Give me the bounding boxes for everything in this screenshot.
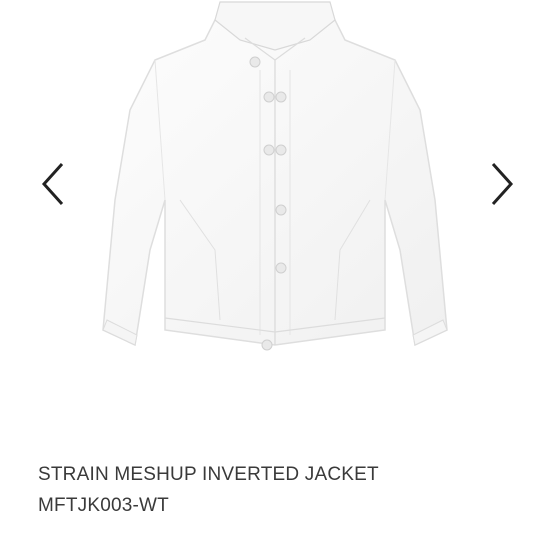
chevron-left-icon (41, 162, 64, 206)
previous-image-button[interactable] (36, 160, 72, 208)
product-name: STRAIN MESHUP INVERTED JACKET (38, 464, 379, 485)
jacket-image (102, 1, 448, 351)
product-code: MFTJK003-WT (38, 495, 169, 516)
next-image-button[interactable] (483, 160, 519, 208)
product-gallery (0, 0, 553, 440)
chevron-right-icon (491, 162, 514, 206)
